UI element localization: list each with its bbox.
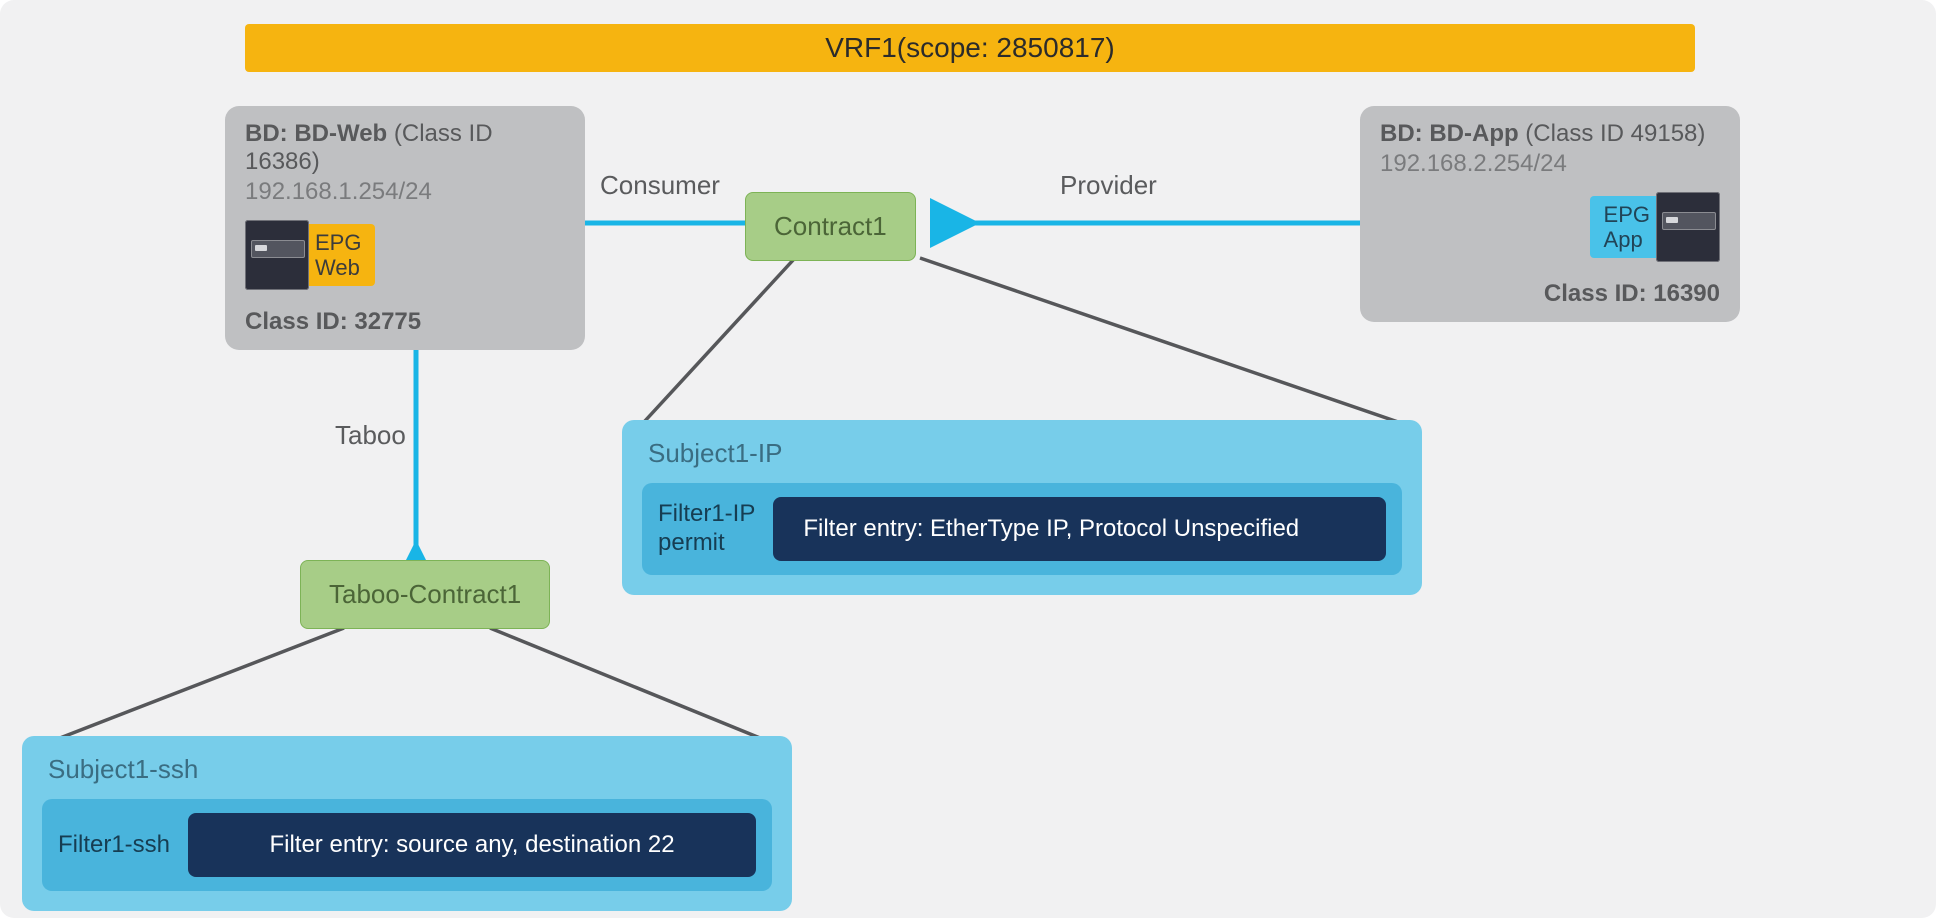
subject-ssh-title: Subject1-ssh	[48, 754, 772, 785]
filter-ssh-row: Filter1-ssh Filter entry: source any, de…	[42, 799, 772, 891]
server-icon	[1656, 192, 1720, 262]
subject-ip-box: Subject1-IP Filter1-IP permit Filter ent…	[622, 420, 1422, 595]
subject-ip-title: Subject1-IP	[648, 438, 1402, 469]
subject-ssh-box: Subject1-ssh Filter1-ssh Filter entry: s…	[22, 736, 792, 911]
contract1-node: Contract1	[745, 192, 916, 261]
diagram-canvas: VRF1(scope: 2850817) BD: BD-Web (Class I…	[0, 0, 1936, 918]
filter-ssh-name: Filter1-ssh	[58, 813, 188, 877]
filter-ip-entry: Filter entry: EtherType IP, Protocol Uns…	[773, 497, 1386, 561]
label-provider: Provider	[1060, 170, 1157, 201]
epg-web: EPG Web	[245, 220, 565, 290]
bd-app-title: BD: BD-App (Class ID 49158)	[1380, 120, 1720, 148]
filter-ip-name: Filter1-IP permit	[658, 497, 773, 561]
label-taboo: Taboo	[335, 420, 406, 451]
bd-web-subnet: 192.168.1.254/24	[245, 178, 565, 206]
epg-app-label: EPG App	[1590, 196, 1664, 259]
filter-ip-row: Filter1-IP permit Filter entry: EtherTyp…	[642, 483, 1402, 575]
bd-app-subnet: 192.168.2.254/24	[1380, 150, 1720, 178]
taboo-contract-node: Taboo-Contract1	[300, 560, 550, 629]
server-icon	[245, 220, 309, 290]
vrf-banner: VRF1(scope: 2850817)	[245, 24, 1695, 72]
epg-web-label: EPG Web	[301, 224, 375, 287]
bd-web-box: BD: BD-Web (Class ID 16386) 192.168.1.25…	[225, 106, 585, 350]
contract1-label: Contract1	[774, 211, 887, 241]
bd-web-title: BD: BD-Web (Class ID 16386)	[245, 120, 565, 176]
bd-app-box: BD: BD-App (Class ID 49158) 192.168.2.25…	[1360, 106, 1740, 322]
bd-web-classid: Class ID: 32775	[245, 308, 565, 336]
bd-app-classid: Class ID: 16390	[1380, 280, 1720, 308]
vrf-label: VRF1(scope: 2850817)	[825, 32, 1115, 64]
filter-ssh-entry: Filter entry: source any, destination 22	[188, 813, 756, 877]
label-consumer: Consumer	[600, 170, 720, 201]
epg-app: EPG App	[1380, 192, 1720, 262]
taboo-contract-label: Taboo-Contract1	[329, 579, 521, 609]
